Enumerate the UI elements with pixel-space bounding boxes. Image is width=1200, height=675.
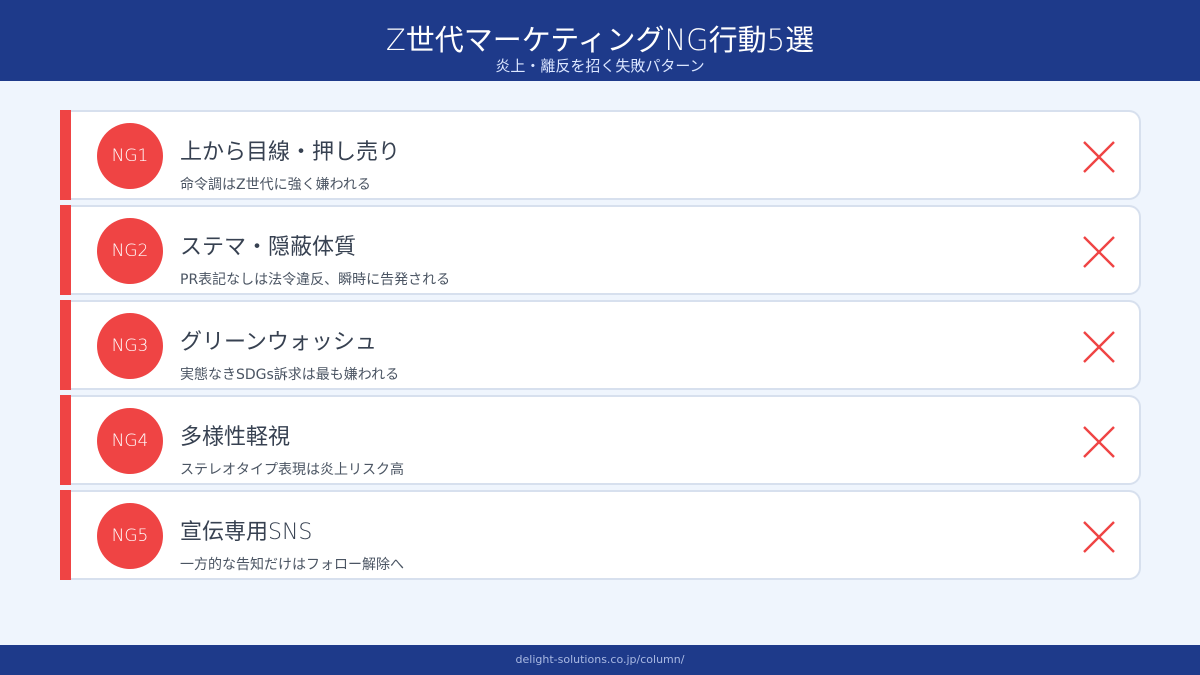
- footer-url: delight-solutions.co.jp/column/: [515, 653, 685, 666]
- ng-badge: NG4: [97, 408, 163, 474]
- ng-title: 宣伝専用SNS: [180, 520, 313, 545]
- accent-bar: [60, 300, 71, 390]
- ng-list: NG1 上から目線・押し売り 命令調はZ世代に強く嫌われる NG2 ステマ・隠蔽…: [60, 110, 1141, 585]
- ng-badge: NG1: [97, 123, 163, 189]
- ng-title: グリーンウォッシュ: [180, 330, 377, 355]
- page-title: Z世代マーケティングNG行動5選: [385, 23, 815, 57]
- ng-badge: NG3: [97, 313, 163, 379]
- ng-card-5: NG5 宣伝専用SNS 一方的な告知だけはフォロー解除へ: [60, 490, 1141, 580]
- ng-card-1: NG1 上から目線・押し売り 命令調はZ世代に強く嫌われる: [60, 110, 1141, 200]
- accent-bar: [60, 110, 71, 200]
- ng-badge: NG5: [97, 503, 163, 569]
- accent-bar: [60, 395, 71, 485]
- page-subtitle: 炎上・離反を招く失敗パターン: [495, 57, 705, 75]
- ng-description: 実態なきSDGs訴求は最も嫌われる: [180, 367, 400, 383]
- ng-description: 命令調はZ世代に強く嫌われる: [180, 177, 371, 193]
- x-mark-icon: [1083, 521, 1115, 553]
- ng-badge: NG2: [97, 218, 163, 284]
- x-mark-icon: [1083, 426, 1115, 458]
- ng-title: 多様性軽視: [180, 425, 291, 450]
- ng-card-4: NG4 多様性軽視 ステレオタイプ表現は炎上リスク高: [60, 395, 1141, 485]
- ng-card-3: NG3 グリーンウォッシュ 実態なきSDGs訴求は最も嫌われる: [60, 300, 1141, 390]
- ng-description: ステレオタイプ表現は炎上リスク高: [180, 462, 404, 478]
- x-mark-icon: [1083, 236, 1115, 268]
- footer-bar: delight-solutions.co.jp/column/: [0, 645, 1200, 675]
- ng-description: 一方的な告知だけはフォロー解除へ: [180, 557, 404, 573]
- accent-bar: [60, 205, 71, 295]
- accent-bar: [60, 490, 71, 580]
- header-banner: Z世代マーケティングNG行動5選 炎上・離反を招く失敗パターン: [0, 0, 1200, 81]
- x-mark-icon: [1083, 141, 1115, 173]
- ng-description: PR表記なしは法令違反、瞬時に告発される: [180, 272, 451, 288]
- ng-title: ステマ・隠蔽体質: [180, 235, 357, 260]
- x-mark-icon: [1083, 331, 1115, 363]
- ng-title: 上から目線・押し売り: [180, 140, 401, 165]
- ng-card-2: NG2 ステマ・隠蔽体質 PR表記なしは法令違反、瞬時に告発される: [60, 205, 1141, 295]
